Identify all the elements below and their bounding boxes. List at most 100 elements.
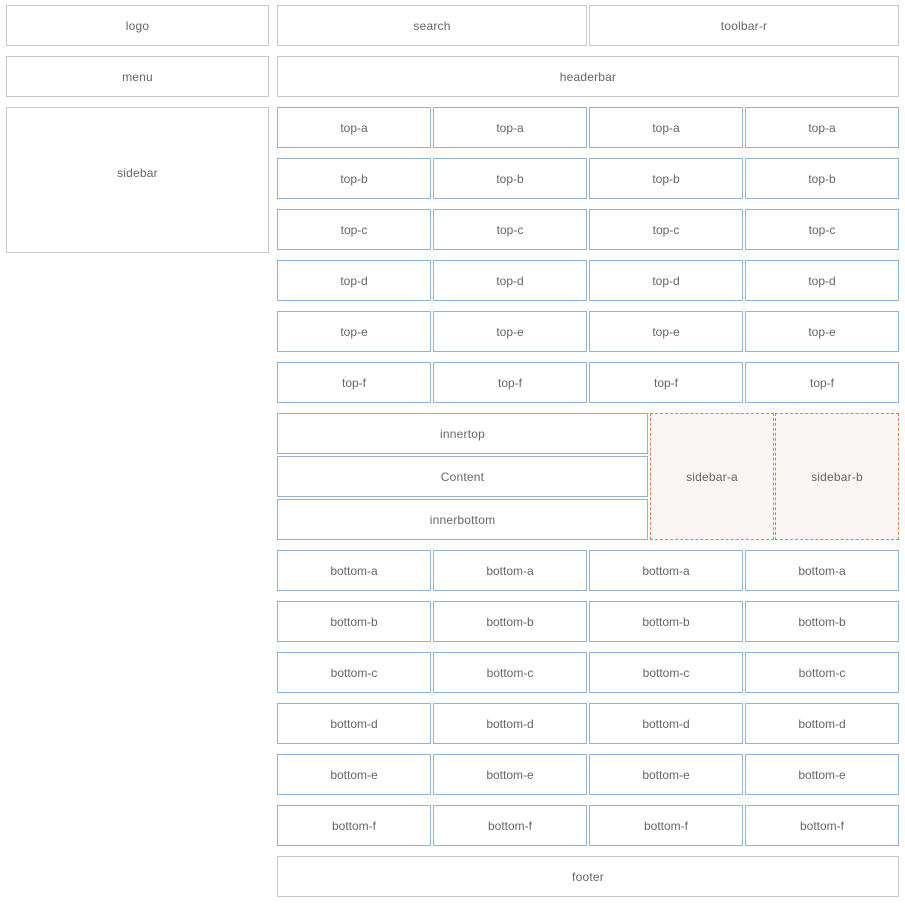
top-grid: top-a top-a top-a top-a top-b top-b top-… [277, 107, 899, 403]
bottom-cell-label: bottom-f [799, 818, 844, 833]
top-cell-label: top-c [808, 222, 836, 237]
top-cell-label: top-d [808, 273, 836, 288]
top-cell: top-b [589, 158, 743, 199]
sidebar-region: sidebar [6, 107, 269, 253]
top-cell-label: top-b [496, 171, 524, 186]
top-cell: top-d [589, 260, 743, 301]
top-cell: top-d [433, 260, 587, 301]
sidebar-b-region: sidebar-b [775, 413, 899, 540]
bottom-cell-label: bottom-a [486, 563, 534, 578]
innerbottom-region: innerbottom [277, 499, 648, 540]
top-cell-label: top-d [496, 273, 524, 288]
bottom-cell: bottom-e [433, 754, 587, 795]
bottom-cell-label: bottom-e [486, 767, 534, 782]
bottom-cell-label: bottom-b [642, 614, 690, 629]
top-cell-label: top-b [808, 171, 836, 186]
bottom-cell-label: bottom-e [798, 767, 846, 782]
bottom-cell-label: bottom-d [330, 716, 378, 731]
bottom-cell-label: bottom-b [330, 614, 378, 629]
bottom-cell: bottom-d [433, 703, 587, 744]
headerbar-region: headerbar [277, 56, 899, 97]
toolbar-right-label: toolbar-r [720, 18, 768, 33]
bottom-grid: bottom-a bottom-a bottom-a bottom-a bott… [277, 550, 899, 846]
bottom-cell-label: bottom-e [330, 767, 378, 782]
top-cell-label: top-f [653, 375, 678, 390]
bottom-cell: bottom-a [745, 550, 899, 591]
top-cell: top-e [589, 311, 743, 352]
innerbottom-label: innerbottom [429, 512, 496, 527]
sidebar-a-label: sidebar-a [686, 469, 738, 484]
sidebar-label: sidebar [117, 166, 158, 180]
content-region: Content [277, 456, 648, 497]
menu-region[interactable]: menu [6, 56, 269, 97]
top-cell: top-a [589, 107, 743, 148]
bottom-cell-label: bottom-c [642, 665, 690, 680]
bottom-cell: bottom-c [745, 652, 899, 693]
bottom-cell: bottom-e [745, 754, 899, 795]
bottom-cell: bottom-e [277, 754, 431, 795]
top-cell: top-c [433, 209, 587, 250]
top-cell-label: top-a [340, 120, 368, 135]
bottom-cell: bottom-c [433, 652, 587, 693]
top-cell-label: top-a [496, 120, 524, 135]
bottom-cell-label: bottom-f [643, 818, 688, 833]
menu-label: menu [122, 69, 153, 84]
bottom-cell: bottom-e [589, 754, 743, 795]
toolbar-right-region[interactable]: toolbar-r [589, 5, 899, 46]
top-cell-label: top-e [652, 324, 680, 339]
bottom-cell: bottom-a [277, 550, 431, 591]
top-cell-label: top-c [652, 222, 680, 237]
top-cell-label: top-a [808, 120, 836, 135]
bottom-cell-label: bottom-f [331, 818, 376, 833]
bottom-cell-label: bottom-d [642, 716, 690, 731]
top-cell: top-d [277, 260, 431, 301]
bottom-cell: bottom-f [745, 805, 899, 846]
bottom-cell: bottom-a [433, 550, 587, 591]
bottom-cell-label: bottom-e [642, 767, 690, 782]
sidebar-b-label: sidebar-b [811, 469, 863, 484]
bottom-cell-label: bottom-c [486, 665, 534, 680]
top-cell: top-e [745, 311, 899, 352]
search-region[interactable]: search [277, 5, 587, 46]
top-cell: top-b [277, 158, 431, 199]
top-cell: top-a [277, 107, 431, 148]
bottom-cell-label: bottom-f [487, 818, 532, 833]
top-cell-label: top-f [809, 375, 834, 390]
top-cell: top-a [433, 107, 587, 148]
top-cell: top-f [745, 362, 899, 403]
top-cell: top-a [745, 107, 899, 148]
top-cell: top-e [277, 311, 431, 352]
top-cell: top-b [433, 158, 587, 199]
top-cell: top-f [277, 362, 431, 403]
top-cell-label: top-b [652, 171, 680, 186]
top-cell: top-c [277, 209, 431, 250]
bottom-cell-label: bottom-a [642, 563, 690, 578]
top-cell: top-f [589, 362, 743, 403]
bottom-cell: bottom-d [589, 703, 743, 744]
bottom-cell-label: bottom-d [798, 716, 846, 731]
top-cell-label: top-e [496, 324, 524, 339]
bottom-cell-label: bottom-a [330, 563, 378, 578]
top-cell-label: top-d [340, 273, 368, 288]
footer-label: footer [572, 869, 604, 884]
top-cell-label: top-f [497, 375, 522, 390]
top-cell-label: top-b [340, 171, 368, 186]
bottom-cell: bottom-d [745, 703, 899, 744]
innertop-label: innertop [440, 426, 485, 441]
search-label: search [413, 18, 451, 33]
top-cell-label: top-e [340, 324, 368, 339]
footer-region: footer [277, 856, 899, 897]
logo-label: logo [125, 18, 150, 33]
top-cell: top-c [745, 209, 899, 250]
bottom-cell-label: bottom-b [798, 614, 846, 629]
innertop-region: innertop [277, 413, 648, 454]
top-cell: top-b [745, 158, 899, 199]
top-cell: top-c [589, 209, 743, 250]
bottom-cell: bottom-b [433, 601, 587, 642]
top-cell-label: top-f [341, 375, 366, 390]
bottom-cell: bottom-d [277, 703, 431, 744]
bottom-cell: bottom-b [745, 601, 899, 642]
top-cell: top-d [745, 260, 899, 301]
bottom-cell: bottom-a [589, 550, 743, 591]
bottom-cell-label: bottom-a [798, 563, 846, 578]
